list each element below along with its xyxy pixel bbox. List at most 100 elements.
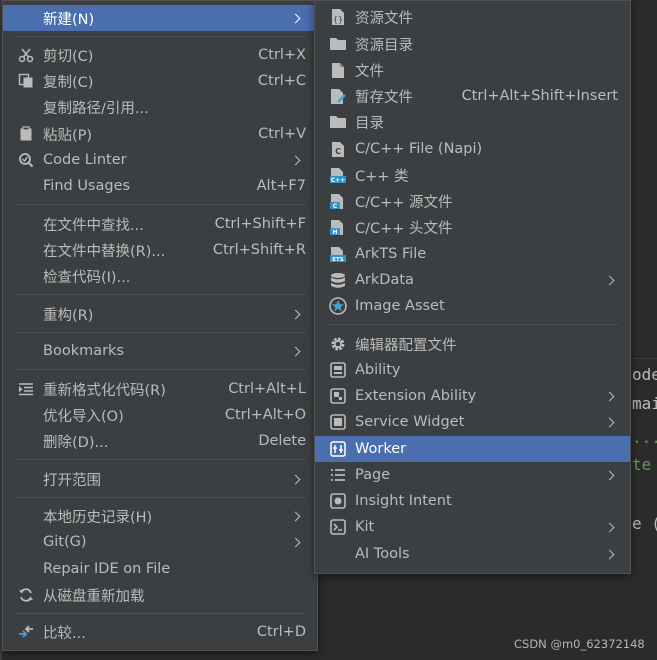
kit-icon xyxy=(329,518,347,536)
menu-item-label: 优化导入(O) xyxy=(43,408,124,425)
menu-item-label: C/C++ 源文件 xyxy=(355,194,453,211)
svg-text:C: C xyxy=(333,203,338,210)
menu-item-label: C/C++ 头文件 xyxy=(355,220,453,237)
new-submenu: {} 资源文件 资源目录 文件 暂存文件 Ctrl+Alt+Shift+Inse… xyxy=(314,0,631,574)
shortcut: Ctrl+Shift+F xyxy=(214,216,306,232)
menu-item-open-in[interactable]: 打开范围 xyxy=(3,466,317,492)
menu-item-label: 粘贴(P) xyxy=(43,127,93,144)
menu-item-new[interactable]: 新建(N) xyxy=(3,5,317,31)
menu-item-bookmarks[interactable]: Bookmarks xyxy=(3,338,317,364)
menu-item-refactor[interactable]: 重构(R) xyxy=(3,301,317,327)
ability-icon xyxy=(329,361,347,379)
menu-item-label: Code Linter xyxy=(43,152,127,168)
extension-ability-icon xyxy=(329,387,347,405)
gear-icon xyxy=(329,335,347,353)
submenu-item-scratch-file[interactable]: 暂存文件 Ctrl+Alt+Shift+Insert xyxy=(315,83,630,109)
menu-item-optimize-imports[interactable]: 优化导入(O) Ctrl+Alt+O xyxy=(3,402,317,428)
submenu-item-insight-intent[interactable]: Insight Intent xyxy=(315,488,630,514)
shortcut: Alt+F7 xyxy=(256,178,306,194)
submenu-item-ability[interactable]: Ability xyxy=(315,357,630,383)
submenu-item-arkdata[interactable]: ArkData xyxy=(315,267,630,293)
reload-icon xyxy=(17,586,35,604)
menu-item-repair-ide[interactable]: Repair IDE on File xyxy=(3,556,317,582)
image-asset-icon xyxy=(329,297,347,315)
resource-file-icon: {} xyxy=(329,8,347,26)
menu-item-label: Worker xyxy=(355,441,407,457)
code-fragment: ode xyxy=(632,365,657,384)
menu-separator xyxy=(327,324,618,325)
menu-item-delete[interactable]: 删除(D)... Delete xyxy=(3,428,317,454)
submenu-item-resource-file[interactable]: {} 资源文件 xyxy=(315,4,630,30)
menu-item-label: 删除(D)... xyxy=(43,434,109,451)
menu-item-local-history[interactable]: 本地历史记录(H) xyxy=(3,503,317,529)
menu-item-find-usages[interactable]: Find Usages Alt+F7 xyxy=(3,173,317,199)
submenu-item-cpp-header[interactable]: H C/C++ 头文件 xyxy=(315,214,630,240)
shortcut: Ctrl+X xyxy=(258,47,306,63)
submenu-item-cpp-class[interactable]: C++ C++ 类 xyxy=(315,162,630,188)
submenu-item-file[interactable]: 文件 xyxy=(315,57,630,83)
chevron-right-icon xyxy=(290,155,301,165)
compare-icon xyxy=(17,623,35,641)
menu-item-reformat-code[interactable]: 重新格式化代码(R) Ctrl+Alt+L xyxy=(3,376,317,402)
submenu-item-cpp-napi[interactable]: C C/C++ File (Napi) xyxy=(315,136,630,162)
menu-item-copy[interactable]: 复制(C) Ctrl+C xyxy=(3,68,317,94)
submenu-item-worker[interactable]: Worker xyxy=(315,436,630,462)
svg-text:ETS: ETS xyxy=(332,257,344,263)
menu-separator xyxy=(15,36,305,37)
shortcut: Ctrl+Alt+O xyxy=(224,407,306,423)
menu-item-label: 暂存文件 xyxy=(355,89,413,106)
svg-text:H: H xyxy=(332,229,337,236)
menu-item-label: Bookmarks xyxy=(43,343,125,359)
menu-item-git[interactable]: Git(G) xyxy=(3,529,317,555)
chevron-right-icon xyxy=(290,511,301,521)
menu-separator xyxy=(15,369,305,370)
page-icon xyxy=(329,466,347,484)
menu-item-code-linter[interactable]: Code Linter xyxy=(3,147,317,173)
ets-file-icon: ETS xyxy=(329,245,347,263)
code-fragment: mai xyxy=(632,394,657,413)
submenu-item-extension-ability[interactable]: Extension Ability xyxy=(315,383,630,409)
submenu-item-arkts-file[interactable]: ETS ArkTS File xyxy=(315,241,630,267)
clipboard-icon xyxy=(17,125,35,143)
submenu-item-resource-dir[interactable]: 资源目录 xyxy=(315,31,630,57)
menu-item-paste[interactable]: 粘贴(P) Ctrl+V xyxy=(3,121,317,147)
submenu-item-service-widget[interactable]: Service Widget xyxy=(315,409,630,435)
menu-separator xyxy=(15,497,305,498)
menu-item-inspect-code[interactable]: 检查代码(I)... xyxy=(3,263,317,289)
submenu-item-cpp-source[interactable]: C C/C++ 源文件 xyxy=(315,188,630,214)
submenu-item-image-asset[interactable]: Image Asset xyxy=(315,293,630,319)
code-fragment: e ( xyxy=(632,514,657,533)
menu-item-label: 编辑器配置文件 xyxy=(355,337,457,354)
shortcut: Ctrl+Alt+L xyxy=(228,381,306,397)
submenu-item-editor-config[interactable]: 编辑器配置文件 xyxy=(315,331,630,357)
chevron-right-icon xyxy=(604,549,615,559)
shortcut: Ctrl+C xyxy=(257,73,306,89)
menu-item-replace-in-files[interactable]: 在文件中替换(R)... Ctrl+Shift+R xyxy=(3,237,317,263)
submenu-item-page[interactable]: Page xyxy=(315,462,630,488)
menu-separator xyxy=(15,294,305,295)
menu-item-label: 资源文件 xyxy=(355,10,413,27)
menu-item-label: Find Usages xyxy=(43,178,131,194)
submenu-item-directory[interactable]: 目录 xyxy=(315,109,630,135)
menu-item-reload-from-disk[interactable]: 从磁盘重新加载 xyxy=(3,582,317,608)
menu-item-find-in-files[interactable]: 在文件中查找... Ctrl+Shift+F xyxy=(3,211,317,237)
chevron-right-icon xyxy=(604,391,615,401)
chevron-right-icon xyxy=(290,474,301,484)
database-icon xyxy=(329,271,347,289)
menu-item-label: Ability xyxy=(355,362,401,378)
menu-item-compare[interactable]: 比较... Ctrl+D xyxy=(3,619,317,645)
menu-item-label: 本地历史记录(H) xyxy=(43,509,153,526)
menu-item-label: 从磁盘重新加载 xyxy=(43,588,145,605)
c-file-icon: C xyxy=(329,140,347,158)
menu-item-label: 新建(N) xyxy=(43,11,95,28)
submenu-item-ai-tools[interactable]: AI Tools xyxy=(315,541,630,567)
linter-icon xyxy=(17,151,35,169)
menu-item-label: 重构(R) xyxy=(43,307,94,324)
menu-item-label: 剪切(C) xyxy=(43,48,94,65)
cpp-class-icon: C++ xyxy=(329,166,347,184)
submenu-item-kit[interactable]: Kit xyxy=(315,514,630,540)
menu-item-copy-path[interactable]: 复制路径/引用... xyxy=(3,94,317,120)
menu-item-cut[interactable]: 剪切(C) Ctrl+X xyxy=(3,42,317,68)
menu-item-label: C/C++ File (Napi) xyxy=(355,141,483,157)
menu-item-label: Service Widget xyxy=(355,414,465,430)
